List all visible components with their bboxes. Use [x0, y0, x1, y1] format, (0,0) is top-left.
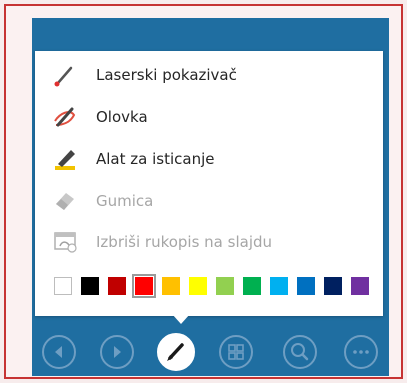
see-all-slides-button[interactable]: [219, 335, 253, 369]
next-icon: [114, 346, 121, 358]
color-swatch-dark-red[interactable]: [108, 277, 126, 295]
menu-item-laser-pointer[interactable]: Laserski pokazivač: [35, 58, 383, 92]
menu-item-eraser[interactable]: Gumica: [35, 184, 383, 218]
previous-icon: [55, 346, 62, 358]
pointer-options-menu: Laserski pokazivač Olovka Alat za istica…: [35, 51, 383, 316]
menu-item-label: Olovka: [96, 108, 148, 126]
erase-ink-icon: [54, 232, 77, 253]
color-swatch-black[interactable]: [81, 277, 99, 295]
pen-icon: [54, 107, 76, 127]
zoom-button[interactable]: [283, 335, 317, 369]
color-swatch-green[interactable]: [243, 277, 261, 295]
eraser-icon: [56, 193, 74, 210]
color-swatch-light-blue[interactable]: [270, 277, 288, 295]
menu-item-label: Laserski pokazivač: [96, 66, 237, 84]
color-swatch-purple[interactable]: [351, 277, 369, 295]
highlighter-icon: [55, 150, 75, 170]
color-swatch-blue[interactable]: [297, 277, 315, 295]
slides-grid-icon: [228, 344, 244, 360]
menu-item-pen[interactable]: Olovka: [35, 100, 383, 134]
more-options-icon: [353, 350, 369, 354]
menu-item-erase-all-ink[interactable]: Izbriši rukopis na slajdu: [35, 225, 383, 259]
ink-color-palette: [54, 274, 374, 298]
color-swatch-orange[interactable]: [162, 277, 180, 295]
pen-tools-button[interactable]: [157, 333, 195, 371]
laser-pointer-icon: [54, 66, 73, 87]
color-swatch-yellow[interactable]: [189, 277, 207, 295]
next-slide-button[interactable]: [100, 335, 134, 369]
more-options-button[interactable]: [344, 335, 378, 369]
menu-item-label: Alat za isticanje: [96, 150, 215, 168]
slideshow-toolbar: [40, 333, 385, 373]
menu-item-label: Gumica: [96, 192, 154, 210]
menu-item-highlighter[interactable]: Alat za isticanje: [35, 142, 383, 176]
previous-slide-button[interactable]: [42, 335, 76, 369]
color-swatch-white[interactable]: [54, 277, 72, 295]
menu-pointer-arrow: [172, 314, 190, 324]
color-swatch-red-selected[interactable]: [132, 274, 156, 298]
menu-item-label: Izbriši rukopis na slajdu: [96, 233, 273, 251]
zoom-icon: [291, 343, 309, 361]
color-swatch-dark-blue[interactable]: [324, 277, 342, 295]
color-swatch-light-green[interactable]: [216, 277, 234, 295]
pen-icon: [167, 343, 184, 361]
